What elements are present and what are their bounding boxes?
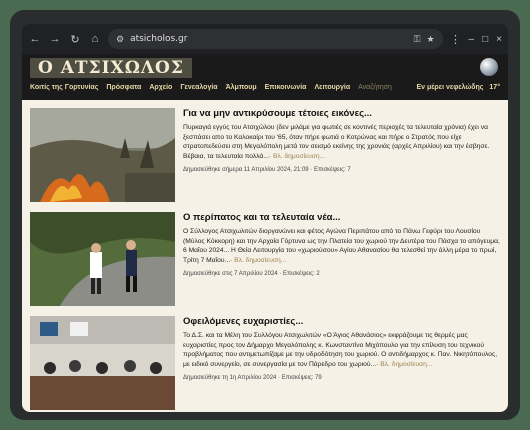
nav-item-album[interactable]: Άλμπουμ: [226, 84, 257, 91]
close-icon[interactable]: ×: [496, 34, 502, 45]
nav-item-genealogy[interactable]: Γενεαλογία: [180, 84, 217, 91]
browser-window: ← → ↻ ⌂ ⚙ atsicholos.gr ⚿ ★ ⋮ – □ × Ο ΑΤ…: [22, 24, 508, 412]
maximize-icon[interactable]: □: [482, 34, 488, 45]
home-icon[interactable]: ⌂: [88, 32, 102, 46]
article-text: Το Δ.Σ. και τα Μέλη του Συλλόγου Ατσιχωλ…: [183, 332, 498, 369]
article-image-fire[interactable]: [30, 108, 175, 202]
reload-icon[interactable]: ↻: [68, 32, 82, 46]
article-image-runners[interactable]: [30, 212, 175, 306]
weather-text: Εν μέρει νεφελώδης: [416, 84, 484, 91]
article-meta: Δημοσιεύθηκε σήμερα 11 Απριλίου 2024, 21…: [183, 166, 351, 173]
temperature: 17°: [489, 84, 500, 91]
read-more-link[interactable]: - Βλ. δημοσίευση...: [230, 257, 286, 264]
article-image-meeting[interactable]: [30, 316, 175, 410]
arrow-right-icon[interactable]: →: [48, 32, 62, 46]
browser-toolbar: ← → ↻ ⌂ ⚙ atsicholos.gr ⚿ ★ ⋮ – □ ×: [22, 24, 508, 54]
weather-widget: Εν μέρει νεφελώδης 17°: [416, 84, 500, 91]
nav-item-search[interactable]: Αναζήτηση: [358, 84, 392, 91]
article-title[interactable]: Ο περίπατος και τα τελευταία νέα...: [183, 212, 500, 223]
site-nav: Κοιτίς της Γορτυνίας Πρόσφατα Αρχείο Γεν…: [30, 84, 500, 91]
site-info-icon[interactable]: ⚙: [116, 34, 124, 45]
nav-item-contact[interactable]: Επικοινωνία: [265, 84, 307, 91]
article-list: Για να μην αντικρύσουμε τέτοιες εικόνες.…: [22, 100, 508, 412]
read-more-link[interactable]: - Βλ. δημοσίευση...: [376, 361, 432, 368]
address-bar[interactable]: ⚙ atsicholos.gr ⚿ ★: [108, 29, 443, 49]
web-page: Ο ΑΤΣΙΧΩΛΟΣ Κοιτίς της Γορτυνίας Πρόσφατ…: [22, 54, 508, 412]
article-meta: Δημοσιεύθηκε τη 1η Απριλίου 2024 · Επισκ…: [183, 374, 322, 381]
nav-item-home[interactable]: Κοιτίς της Γορτυνίας: [30, 84, 98, 91]
article-item: Για να μην αντικρύσουμε τέτοιες εικόνες.…: [30, 108, 500, 206]
globe-icon: [480, 58, 498, 76]
site-header: Ο ΑΤΣΙΧΩΛΟΣ Κοιτίς της Γορτυνίας Πρόσφατ…: [22, 54, 508, 100]
site-logo[interactable]: Ο ΑΤΣΙΧΩΛΟΣ: [30, 58, 192, 78]
arrow-left-icon[interactable]: ←: [28, 32, 42, 46]
nav-item-archive[interactable]: Αρχείο: [149, 84, 172, 91]
article-item: Ο περίπατος και τα τελευταία νέα... Ο Σύ…: [30, 212, 500, 310]
star-icon[interactable]: ★: [426, 34, 434, 45]
url-text[interactable]: atsicholos.gr: [130, 34, 408, 44]
menu-icon[interactable]: ⋮: [449, 32, 463, 46]
article-title[interactable]: Για να μην αντικρύσουμε τέτοιες εικόνες.…: [183, 108, 500, 119]
read-more-link[interactable]: - Βλ. δημοσίευση...: [269, 153, 325, 160]
article-text: Πυρκαγιά εγγύς του Ατσιχώλου (δεν μιλάμε…: [183, 124, 490, 161]
nav-item-recent[interactable]: Πρόσφατα: [106, 84, 141, 91]
minimize-icon[interactable]: –: [469, 34, 475, 45]
article-item: Οφειλόμενες ευχαριστίες... Το Δ.Σ. και τ…: [30, 316, 500, 412]
window-controls: – □ ×: [469, 34, 502, 45]
article-title[interactable]: Οφειλόμενες ευχαριστίες...: [183, 316, 500, 327]
key-icon[interactable]: ⚿: [414, 34, 421, 45]
nav-item-liturgy[interactable]: Λειτουργία: [314, 84, 350, 91]
article-meta: Δημοσιεύθηκε στις 7 Απριλίου 2024 · Επισ…: [183, 270, 320, 277]
